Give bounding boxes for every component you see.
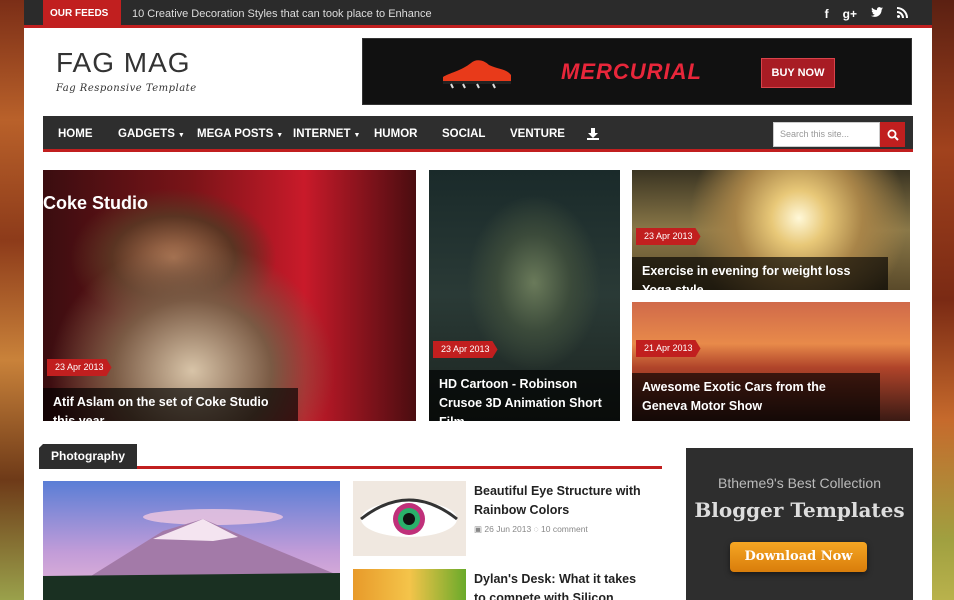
post-date: 23 Apr 2013 (433, 341, 498, 358)
post-thumbnail-desk[interactable] (353, 569, 466, 600)
desk-image (353, 569, 466, 600)
post-thumbnail-eye[interactable] (353, 481, 466, 556)
nav-mega-posts[interactable]: MEGA POSTS ▼ (197, 116, 283, 154)
comment-icon: ◌ (533, 524, 539, 534)
search-input[interactable]: Search this site... (773, 122, 880, 147)
featured-post-1[interactable]: Coke Studio 23 Apr 2013 Atif Aslam on th… (43, 170, 416, 421)
rss-icon[interactable] (897, 7, 908, 21)
twitter-icon[interactable] (871, 7, 883, 21)
post-title[interactable]: HD Cartoon - Robinson Crusoe 3D Animatio… (429, 370, 620, 421)
post-title[interactable]: Awesome Exotic Cars from the Geneva Moto… (632, 373, 880, 421)
nav-venture[interactable]: VENTURE (510, 116, 565, 152)
post-date: 23 Apr 2013 (636, 228, 701, 245)
nav-humor[interactable]: HUMOR (374, 116, 417, 152)
page-background-left (0, 0, 24, 600)
download-now-button[interactable]: Download Now (730, 542, 867, 572)
featured-post-2[interactable]: 23 Apr 2013 HD Cartoon - Robinson Crusoe… (429, 170, 620, 421)
post-meta: ▣ 26 Jun 2013 ◌ 10 comment (474, 524, 588, 534)
site-logo[interactable]: FAG MAG (56, 47, 191, 79)
news-ticker[interactable]: 10 Creative Decoration Styles that can t… (132, 0, 432, 28)
featured-image-1: Coke Studio (43, 170, 416, 421)
page-wrapper: OUR FEEDS → 10 Creative Decoration Style… (24, 0, 932, 600)
featured-post-4[interactable]: 21 Apr 2013 Awesome Exotic Cars from the… (632, 302, 910, 421)
page-background-right (930, 0, 954, 600)
post-title[interactable]: Exercise in evening for weight loss Yoga… (632, 257, 888, 290)
social-links: f g+ (825, 0, 908, 28)
facebook-icon[interactable]: f (825, 7, 829, 21)
nav-social[interactable]: SOCIAL (442, 116, 485, 152)
search-icon (887, 129, 899, 141)
site-tagline: Fag Responsive Template (56, 83, 197, 94)
shoe-image (443, 60, 511, 89)
main-nav: HOME GADGETS ▼ MEGA POSTS ▼ INTERNET ▼ HUMO… (43, 116, 913, 152)
nav-internet[interactable]: INTERNET ▼ (293, 116, 360, 154)
ad-brand-text: MERCURIAL (561, 59, 702, 84)
calendar-icon: ▣ (474, 524, 483, 534)
our-feeds-button[interactable]: OUR FEEDS → (43, 0, 121, 47)
widget-title: Blogger Templates (694, 498, 905, 522)
featured-post-3[interactable]: 23 Apr 2013 Exercise in evening for weig… (632, 170, 910, 290)
post-date: 23 Apr 2013 (47, 359, 112, 376)
post-title[interactable]: Atif Aslam on the set of Coke Studio thi… (43, 388, 298, 421)
coke-studio-text: Coke Studio (43, 193, 149, 213)
post-title[interactable]: Beautiful Eye Structure with Rainbow Col… (474, 482, 644, 520)
caret-down-icon: ▼ (177, 132, 185, 139)
nav-home[interactable]: HOME (58, 116, 93, 152)
post-title[interactable]: Dylan's Desk: What it takes to compete w… (474, 570, 644, 600)
arrow-right-icon: → (50, 36, 60, 47)
eye-image (353, 481, 466, 556)
photography-main-image[interactable] (43, 481, 340, 600)
buy-now-button[interactable]: BUY NOW (761, 58, 835, 88)
section-title: Photography (39, 444, 137, 469)
google-plus-icon[interactable]: g+ (843, 7, 857, 21)
ad-banner[interactable]: MERCURIAL BUY NOW (362, 38, 912, 105)
post-date: 21 Apr 2013 (636, 340, 701, 357)
search-button[interactable] (880, 122, 905, 147)
promo-widget: Btheme9's Best Collection Blogger Templa… (686, 448, 913, 600)
caret-down-icon: ▼ (353, 132, 361, 139)
mountain-image (43, 481, 340, 600)
nav-gadgets[interactable]: GADGETS ▼ (118, 116, 185, 154)
download-icon[interactable] (587, 116, 599, 152)
top-bar: OUR FEEDS → 10 Creative Decoration Style… (24, 0, 932, 47)
caret-down-icon: ▼ (276, 132, 284, 139)
widget-subtitle: Btheme9's Best Collection (718, 475, 881, 491)
